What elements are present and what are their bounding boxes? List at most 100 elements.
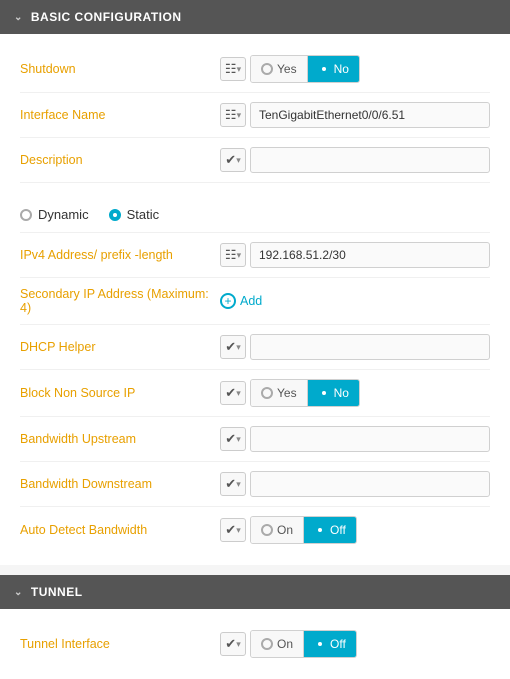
bandwidth-upstream-input[interactable] bbox=[250, 426, 490, 452]
shutdown-yes-label: Yes bbox=[277, 62, 297, 76]
add-circle-icon: + bbox=[220, 293, 236, 309]
check-icon-2: ✔ bbox=[225, 339, 236, 355]
check-icon-6: ✔ bbox=[225, 522, 236, 538]
static-option[interactable]: Static bbox=[109, 207, 160, 222]
shutdown-dropdown-arrow: ▾ bbox=[237, 64, 242, 75]
check-icon: ✔ bbox=[225, 152, 236, 168]
bw-down-icon-btn[interactable]: ✔ ▾ bbox=[220, 472, 246, 496]
check-icon-3: ✔ bbox=[225, 385, 236, 401]
basic-config-body: Shutdown ☷ ▾ Yes No bbox=[0, 34, 510, 565]
bandwidth-upstream-row: Bandwidth Upstream ✔ ▾ bbox=[20, 417, 490, 462]
interface-name-row: Interface Name ☷ ▾ bbox=[20, 93, 490, 138]
tunnel-off-label: Off bbox=[330, 637, 346, 651]
block-yes-radio bbox=[261, 387, 273, 399]
block-yes-label: Yes bbox=[277, 386, 297, 400]
description-dropdown-arrow: ▾ bbox=[236, 155, 241, 166]
tunnel-icon-btn[interactable]: ✔ ▾ bbox=[220, 632, 246, 656]
auto-detect-label: Auto Detect Bandwidth bbox=[20, 523, 220, 537]
description-input[interactable] bbox=[250, 147, 490, 173]
bw-down-dropdown-arrow: ▾ bbox=[236, 479, 241, 490]
secondary-ip-label: Secondary IP Address (Maximum: 4) bbox=[20, 287, 220, 315]
auto-detect-control: ✔ ▾ On Off bbox=[220, 516, 490, 544]
interface-name-label: Interface Name bbox=[20, 108, 220, 122]
tunnel-chevron-icon: ⌄ bbox=[14, 587, 23, 598]
dhcp-helper-label: DHCP Helper bbox=[20, 340, 220, 354]
check-icon-5: ✔ bbox=[225, 476, 236, 492]
ipv4-dropdown-arrow: ▾ bbox=[237, 250, 242, 261]
shutdown-no-option[interactable]: No bbox=[308, 56, 359, 82]
bandwidth-downstream-control: ✔ ▾ bbox=[220, 471, 490, 497]
auto-detect-toggle-group: On Off bbox=[250, 516, 357, 544]
shutdown-icon-btn[interactable]: ☷ ▾ bbox=[220, 57, 246, 81]
shutdown-toggle-group: Yes No bbox=[250, 55, 360, 83]
add-label: Add bbox=[240, 294, 262, 308]
static-radio bbox=[109, 209, 121, 221]
block-non-source-control: ✔ ▾ Yes No bbox=[220, 379, 490, 407]
ipv4-icon-btn[interactable]: ☷ ▾ bbox=[220, 243, 246, 267]
tunnel-header[interactable]: ⌄ TUNNEL bbox=[0, 575, 510, 609]
tunnel-off-radio bbox=[314, 638, 326, 650]
dynamic-option[interactable]: Dynamic bbox=[20, 207, 89, 222]
shutdown-yes-radio bbox=[261, 63, 273, 75]
basic-config-title: BASIC CONFIGURATION bbox=[31, 10, 182, 24]
interface-name-input[interactable] bbox=[250, 102, 490, 128]
auto-detect-row: Auto Detect Bandwidth ✔ ▾ On Off bbox=[20, 507, 490, 553]
auto-detect-on-option[interactable]: On bbox=[251, 517, 304, 543]
ipv4-label: IPv4 Address/ prefix -length bbox=[20, 248, 220, 262]
bandwidth-downstream-label: Bandwidth Downstream bbox=[20, 477, 220, 491]
add-secondary-ip-btn[interactable]: + Add bbox=[220, 293, 262, 309]
dhcp-dropdown-arrow: ▾ bbox=[236, 342, 241, 353]
basic-config-section: ⌄ BASIC CONFIGURATION Shutdown ☷ ▾ Yes bbox=[0, 0, 510, 565]
tunnel-body: Tunnel Interface ✔ ▾ On Off bbox=[0, 609, 510, 679]
auto-detect-dropdown-arrow: ▾ bbox=[236, 525, 241, 536]
tunnel-off-option[interactable]: Off bbox=[304, 631, 356, 657]
dynamic-radio bbox=[20, 209, 32, 221]
secondary-ip-row: Secondary IP Address (Maximum: 4) + Add bbox=[20, 278, 490, 325]
dhcp-icon-btn[interactable]: ✔ ▾ bbox=[220, 335, 246, 359]
chevron-icon: ⌄ bbox=[14, 12, 23, 23]
block-yes-option[interactable]: Yes bbox=[251, 380, 308, 406]
grid-icon-3: ☷ bbox=[225, 247, 237, 263]
block-no-option[interactable]: No bbox=[308, 380, 359, 406]
interface-name-control: ☷ ▾ bbox=[220, 102, 490, 128]
spacer-1 bbox=[20, 183, 490, 193]
dynamic-label: Dynamic bbox=[38, 207, 89, 222]
interface-icon-btn[interactable]: ☷ ▾ bbox=[220, 103, 246, 127]
dhcp-helper-input[interactable] bbox=[250, 334, 490, 360]
static-label: Static bbox=[127, 207, 160, 222]
shutdown-no-radio bbox=[318, 63, 330, 75]
block-toggle-group: Yes No bbox=[250, 379, 360, 407]
shutdown-label: Shutdown bbox=[20, 62, 220, 76]
tunnel-dropdown-arrow: ▾ bbox=[236, 639, 241, 650]
grid-icon: ☷ bbox=[225, 61, 237, 77]
block-non-source-row: Block Non Source IP ✔ ▾ Yes No bbox=[20, 370, 490, 417]
bandwidth-downstream-input[interactable] bbox=[250, 471, 490, 497]
ipv4-row: IPv4 Address/ prefix -length ☷ ▾ bbox=[20, 233, 490, 278]
check-icon-4: ✔ bbox=[225, 431, 236, 447]
auto-detect-off-option[interactable]: Off bbox=[304, 517, 356, 543]
shutdown-control: ☷ ▾ Yes No bbox=[220, 55, 490, 83]
block-icon-btn[interactable]: ✔ ▾ bbox=[220, 381, 246, 405]
basic-config-header[interactable]: ⌄ BASIC CONFIGURATION bbox=[0, 0, 510, 34]
tunnel-interface-row: Tunnel Interface ✔ ▾ On Off bbox=[20, 621, 490, 667]
description-control: ✔ ▾ bbox=[220, 147, 490, 173]
description-row: Description ✔ ▾ bbox=[20, 138, 490, 183]
ipv4-input[interactable] bbox=[250, 242, 490, 268]
interface-dropdown-arrow: ▾ bbox=[237, 110, 242, 121]
auto-detect-off-radio bbox=[314, 524, 326, 536]
tunnel-title: TUNNEL bbox=[31, 585, 83, 599]
auto-detect-icon-btn[interactable]: ✔ ▾ bbox=[220, 518, 246, 542]
shutdown-yes-option[interactable]: Yes bbox=[251, 56, 308, 82]
tunnel-on-option[interactable]: On bbox=[251, 631, 304, 657]
ipv4-control: ☷ ▾ bbox=[220, 242, 490, 268]
check-icon-7: ✔ bbox=[225, 636, 236, 652]
bw-up-icon-btn[interactable]: ✔ ▾ bbox=[220, 427, 246, 451]
grid-icon-2: ☷ bbox=[225, 107, 237, 123]
shutdown-row: Shutdown ☷ ▾ Yes No bbox=[20, 46, 490, 93]
block-no-radio bbox=[318, 387, 330, 399]
description-icon-btn[interactable]: ✔ ▾ bbox=[220, 148, 246, 172]
block-no-label: No bbox=[334, 386, 349, 400]
dhcp-helper-control: ✔ ▾ bbox=[220, 334, 490, 360]
auto-detect-on-radio bbox=[261, 524, 273, 536]
tunnel-interface-label: Tunnel Interface bbox=[20, 637, 220, 651]
